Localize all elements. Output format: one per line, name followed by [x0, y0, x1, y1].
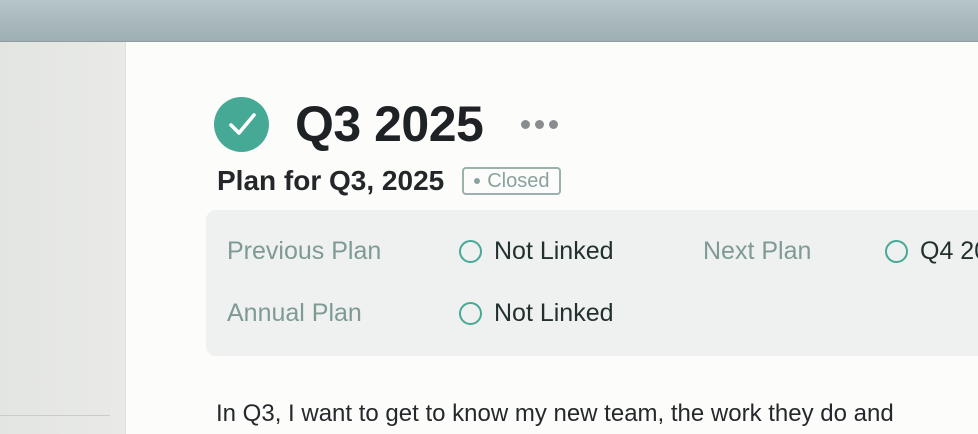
annual-plan-link[interactable]: Not Linked: [459, 299, 614, 328]
annual-plan-value: Not Linked: [494, 299, 614, 327]
previous-plan-link[interactable]: Not Linked: [459, 237, 614, 266]
circle-icon: [885, 240, 908, 263]
page-subtitle: Plan for Q3, 2025: [217, 165, 445, 196]
next-plan-label: Next Plan: [703, 237, 812, 265]
app-window: Q3 2025 Plan for Q3, 2025 Closed Previou…: [0, 42, 978, 434]
status-dot-icon: [474, 178, 481, 184]
previous-plan-label: Previous Plan: [227, 237, 382, 265]
status-badge: Closed: [462, 167, 562, 195]
title-row: Q3 2025: [214, 94, 560, 154]
sidebar: [0, 42, 126, 434]
ellipsis-icon: [521, 119, 531, 129]
more-options-button[interactable]: [519, 116, 560, 133]
previous-plan-value: Not Linked: [494, 237, 614, 265]
circle-icon: [459, 240, 482, 263]
next-plan-value: Q4 2025: [920, 237, 978, 265]
page-title: Q3 2025: [295, 96, 484, 152]
subtitle-row: Plan for Q3, 2025 Closed: [217, 164, 562, 198]
body-paragraph[interactable]: In Q3, I want to get to know my new team…: [216, 400, 978, 428]
ellipsis-icon: [549, 119, 559, 129]
checkmark-icon: [228, 113, 256, 135]
circle-icon: [459, 302, 482, 325]
check-circle-icon[interactable]: [214, 96, 269, 152]
annual-plan-label: Annual Plan: [227, 299, 362, 327]
status-label: Closed: [487, 169, 550, 192]
page-content: Q3 2025 Plan for Q3, 2025 Closed Previou…: [126, 42, 978, 434]
sidebar-divider: [0, 415, 110, 416]
next-plan-link[interactable]: Q4 2025: [885, 237, 978, 266]
ellipsis-icon: [535, 119, 545, 129]
plan-links-panel: Previous Plan Not Linked Next Plan Q4 20…: [206, 210, 978, 356]
desktop-background: [0, 0, 978, 42]
